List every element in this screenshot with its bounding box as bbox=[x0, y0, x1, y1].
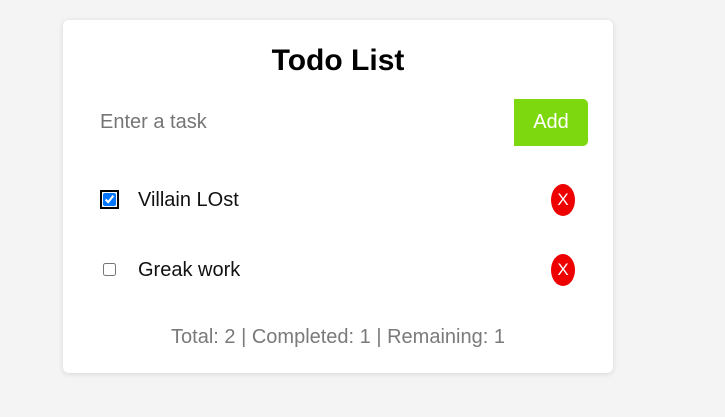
todo-checkbox[interactable] bbox=[100, 190, 119, 209]
todo-checkbox[interactable] bbox=[103, 263, 116, 276]
todo-stats: Total: 2 | Completed: 1 | Remaining: 1 bbox=[171, 326, 505, 348]
todo-text: Greak work bbox=[138, 259, 241, 281]
todo-card: Todo List Add Villain LOst X Greak work … bbox=[63, 20, 613, 373]
add-task-form: Add bbox=[87, 99, 588, 146]
delete-button[interactable]: X bbox=[551, 184, 575, 216]
delete-button[interactable]: X bbox=[551, 254, 575, 286]
add-button[interactable]: Add bbox=[514, 99, 588, 146]
todo-item: Villain LOst X bbox=[87, 166, 588, 236]
todo-text: Villain LOst bbox=[138, 189, 239, 211]
todo-list: Villain LOst X Greak work X bbox=[87, 166, 588, 306]
page-title: Todo List bbox=[271, 44, 405, 77]
todo-item: Greak work X bbox=[87, 236, 588, 306]
task-input[interactable] bbox=[87, 99, 514, 146]
